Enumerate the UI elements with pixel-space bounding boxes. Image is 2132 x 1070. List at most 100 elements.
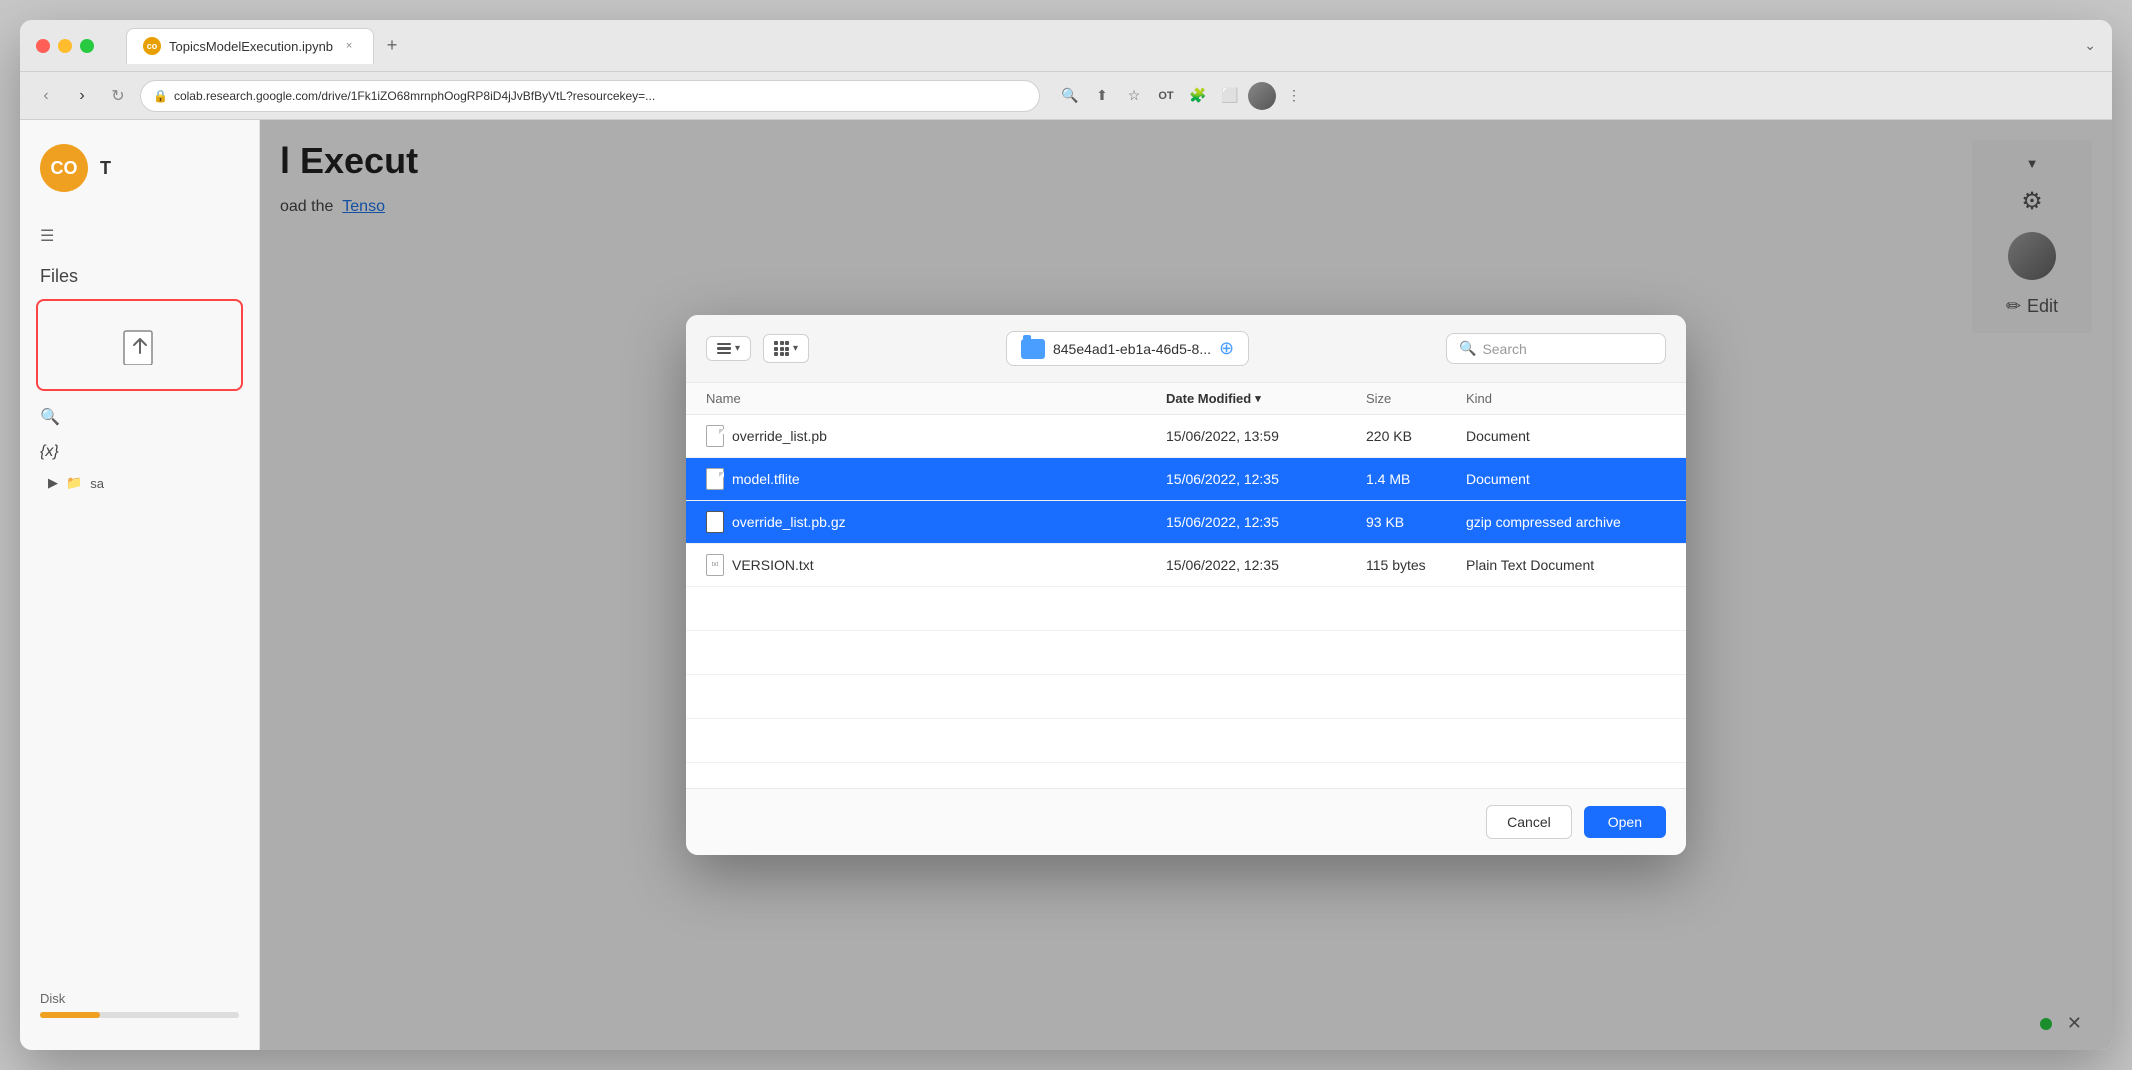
grid-view-icon — [774, 341, 789, 356]
tab-label: TopicsModelExecution.ipynb — [169, 39, 333, 54]
file-size: 115 bytes — [1366, 557, 1426, 573]
folder-path-display[interactable]: 845e4ad1-eb1a-46d5-8... ⊕ — [1006, 331, 1249, 366]
cell-date: 15/06/2022, 12:35 — [1166, 557, 1366, 573]
table-header: Name Date Modified ▾ Size Kind — [686, 383, 1686, 415]
folder-path-chevron[interactable]: ⊕ — [1219, 338, 1234, 359]
table-row[interactable]: override_list.pb.gz 15/06/2022, 12:35 93… — [686, 501, 1686, 544]
back-button[interactable]: ‹ — [32, 82, 60, 110]
file-date: 15/06/2022, 12:35 — [1166, 557, 1279, 573]
empty-row — [686, 675, 1686, 719]
file-table: Name Date Modified ▾ Size Kind — [686, 383, 1686, 788]
cell-kind: Document — [1466, 428, 1666, 444]
files-label: Files — [40, 266, 78, 287]
cell-kind: gzip compressed archive — [1466, 514, 1666, 530]
colab-logo: CO — [40, 144, 88, 192]
menu-button[interactable]: ⋮ — [1280, 82, 1308, 110]
file-icon-doc — [706, 425, 724, 447]
profile-avatar[interactable] — [1248, 82, 1276, 110]
table-row[interactable]: txt VERSION.txt 15/06/2022, 12:35 115 by… — [686, 544, 1686, 587]
file-icon-txt: txt — [706, 554, 724, 576]
sidebar-variables-button[interactable]: {x} — [20, 435, 259, 469]
disk-label: Disk — [40, 991, 65, 1006]
sidebar-upload-area[interactable] — [36, 299, 243, 391]
minimize-button[interactable] — [58, 39, 72, 53]
cell-name: txt VERSION.txt — [706, 554, 1166, 576]
sidebar-toggle[interactable]: ⬜ — [1216, 82, 1244, 110]
upload-icon — [120, 325, 160, 365]
modal-footer: Cancel Open — [686, 788, 1686, 855]
file-name: override_list.pb — [732, 428, 827, 444]
folder-arrow-icon: ▶ — [48, 475, 58, 491]
file-picker-modal: ▾ ▾ — [686, 315, 1686, 855]
tab-list-chevron[interactable]: ⌄ — [2084, 37, 2096, 54]
cancel-button[interactable]: Cancel — [1486, 805, 1572, 839]
open-button[interactable]: Open — [1584, 806, 1666, 838]
title-bar: co TopicsModelExecution.ipynb × + ⌄ — [20, 20, 2112, 72]
cell-name: override_list.pb.gz — [706, 511, 1166, 533]
disk-bar-background — [40, 1012, 239, 1018]
cell-kind: Plain Text Document — [1466, 557, 1666, 573]
list-view-chevron: ▾ — [735, 343, 740, 354]
variables-label: {x} — [40, 443, 59, 461]
empty-rows-container — [686, 587, 1686, 763]
table-row[interactable]: model.tflite 15/06/2022, 12:35 1.4 MB Do… — [686, 458, 1686, 501]
list-view-button[interactable]: ▾ — [706, 336, 751, 362]
traffic-lights — [36, 39, 94, 53]
sort-arrow: ▾ — [1255, 392, 1261, 405]
grid-view-button[interactable]: ▾ — [763, 334, 809, 363]
cell-size: 1.4 MB — [1366, 471, 1466, 487]
cell-date: 15/06/2022, 13:59 — [1166, 428, 1366, 444]
sidebar-item-files[interactable]: Files — [20, 256, 259, 291]
file-date: 15/06/2022, 13:59 — [1166, 428, 1279, 444]
col-name-header[interactable]: Name — [706, 391, 1166, 406]
modal-overlay: ▾ ▾ — [260, 120, 2112, 1050]
tab-bar: co TopicsModelExecution.ipynb × + — [126, 28, 406, 64]
share-button[interactable]: ⬆ — [1088, 82, 1116, 110]
lock-icon: 🔒 — [153, 89, 168, 103]
search-bar[interactable]: 🔍 Search — [1446, 333, 1666, 364]
col-kind-header[interactable]: Kind — [1466, 391, 1666, 406]
empty-row — [686, 587, 1686, 631]
sidebar-drive-title: T — [100, 158, 111, 179]
new-tab-button[interactable]: + — [378, 32, 406, 60]
cell-date: 15/06/2022, 12:35 — [1166, 471, 1366, 487]
col-size-header[interactable]: Size — [1366, 391, 1466, 406]
url-bar[interactable]: 🔒 colab.research.google.com/drive/1Fk1iZ… — [140, 80, 1040, 112]
sidebar: CO T ☰ Files — [20, 120, 260, 1050]
url-text: colab.research.google.com/drive/1Fk1iZO6… — [174, 89, 655, 103]
bookmark-button[interactable]: ☆ — [1120, 82, 1148, 110]
tab-close-button[interactable]: × — [341, 38, 357, 54]
browser-window: co TopicsModelExecution.ipynb × + ⌄ ‹ › … — [20, 20, 2112, 1050]
zoom-button[interactable]: 🔍 — [1056, 82, 1084, 110]
co-icon: co — [143, 37, 161, 55]
reload-button[interactable]: ↻ — [104, 82, 132, 110]
disk-bar-fill — [40, 1012, 100, 1018]
file-icon-doc — [706, 468, 724, 490]
sidebar-folder-item[interactable]: ▶ 📁 sa — [20, 469, 259, 497]
cell-date: 15/06/2022, 12:35 — [1166, 514, 1366, 530]
extensions-button[interactable]: 🧩 — [1184, 82, 1212, 110]
empty-row — [686, 631, 1686, 675]
active-tab[interactable]: co TopicsModelExecution.ipynb × — [126, 28, 374, 64]
hamburger-icon: ☰ — [40, 226, 54, 246]
maximize-button[interactable] — [80, 39, 94, 53]
close-button[interactable] — [36, 39, 50, 53]
empty-row — [686, 719, 1686, 763]
cell-size: 115 bytes — [1366, 557, 1466, 573]
list-view-icon — [717, 343, 731, 355]
table-row[interactable]: override_list.pb 15/06/2022, 13:59 220 K… — [686, 415, 1686, 458]
cell-size: 220 KB — [1366, 428, 1466, 444]
file-kind: Document — [1466, 428, 1530, 444]
sidebar-disk-usage: Disk — [20, 975, 259, 1034]
cell-kind: Document — [1466, 471, 1666, 487]
file-date: 15/06/2022, 12:35 — [1166, 514, 1279, 530]
folder-icon: 📁 — [66, 475, 82, 491]
profile-text[interactable]: OT — [1152, 82, 1180, 110]
file-size: 220 KB — [1366, 428, 1412, 444]
file-kind: gzip compressed archive — [1466, 514, 1621, 530]
forward-button[interactable]: › — [68, 82, 96, 110]
sidebar-search-button[interactable]: 🔍 — [20, 399, 259, 435]
sidebar-menu-icon[interactable]: ☰ — [20, 216, 259, 256]
file-name: VERSION.txt — [732, 557, 814, 573]
col-date-header[interactable]: Date Modified ▾ — [1166, 391, 1366, 406]
